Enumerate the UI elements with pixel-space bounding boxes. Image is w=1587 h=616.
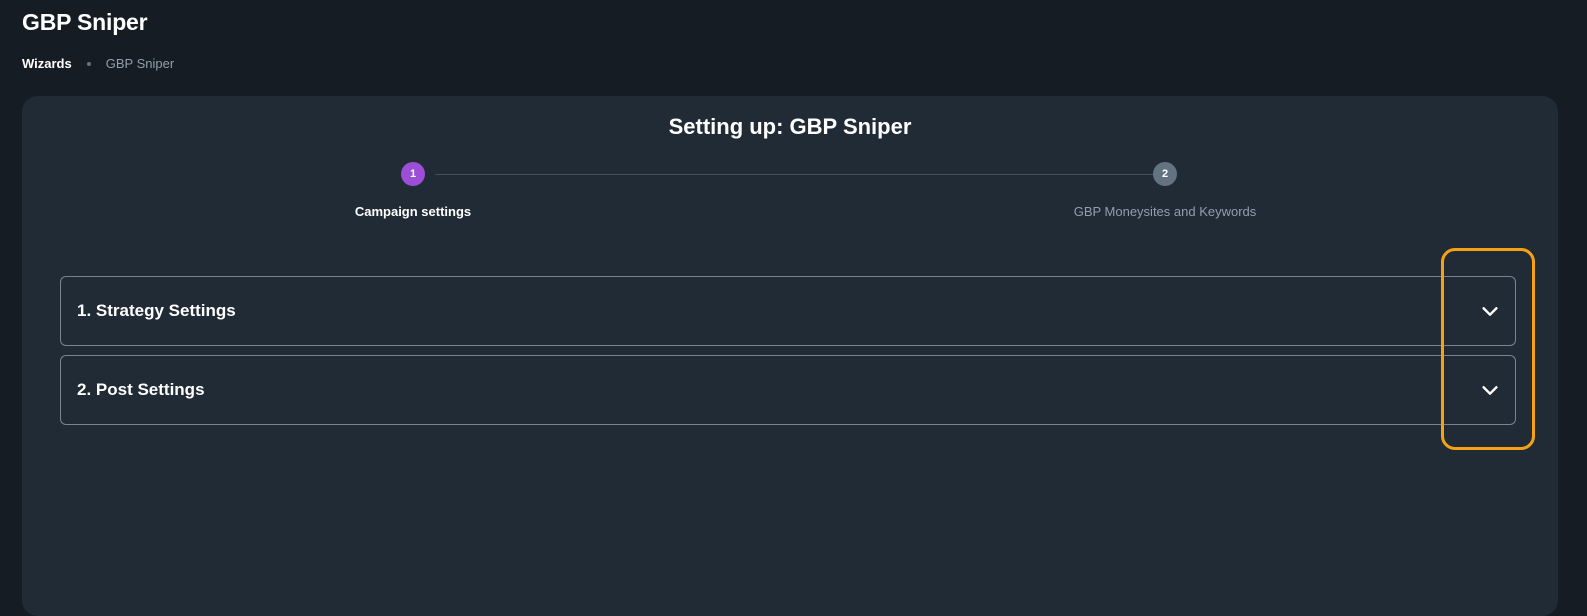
chevron-down-icon[interactable] [1479, 379, 1501, 401]
chevron-down-icon[interactable] [1479, 300, 1501, 322]
accordion-strategy-settings[interactable]: 1. Strategy Settings [60, 276, 1516, 346]
step-2-number: 2 [1161, 168, 1169, 180]
stepper-connector [435, 174, 1165, 175]
breadcrumb-separator [86, 61, 91, 66]
wizard-title: Setting up: GBP Sniper [668, 114, 912, 139]
step-1-number: 1 [409, 168, 417, 180]
accordion-title: 1. Strategy Settings [77, 301, 236, 320]
accordion-post-settings[interactable]: 2. Post Settings [60, 355, 1516, 425]
page-title: GBP Sniper [22, 9, 148, 35]
step-1-label[interactable]: Campaign settings [355, 204, 471, 219]
accordion-title: 2. Post Settings [77, 380, 205, 399]
step-2-label[interactable]: GBP Moneysites and Keywords [1074, 204, 1257, 219]
step-1-indicator[interactable]: 1 [401, 162, 425, 186]
breadcrumb-link-wizards[interactable]: Wizards [22, 56, 72, 71]
breadcrumb: Wizards GBP Sniper [22, 56, 174, 71]
wizard-card: Setting up: GBP Sniper 1 2 Campaign sett… [22, 96, 1558, 616]
step-2-indicator[interactable]: 2 [1153, 162, 1177, 186]
breadcrumb-current: GBP Sniper [105, 56, 175, 71]
